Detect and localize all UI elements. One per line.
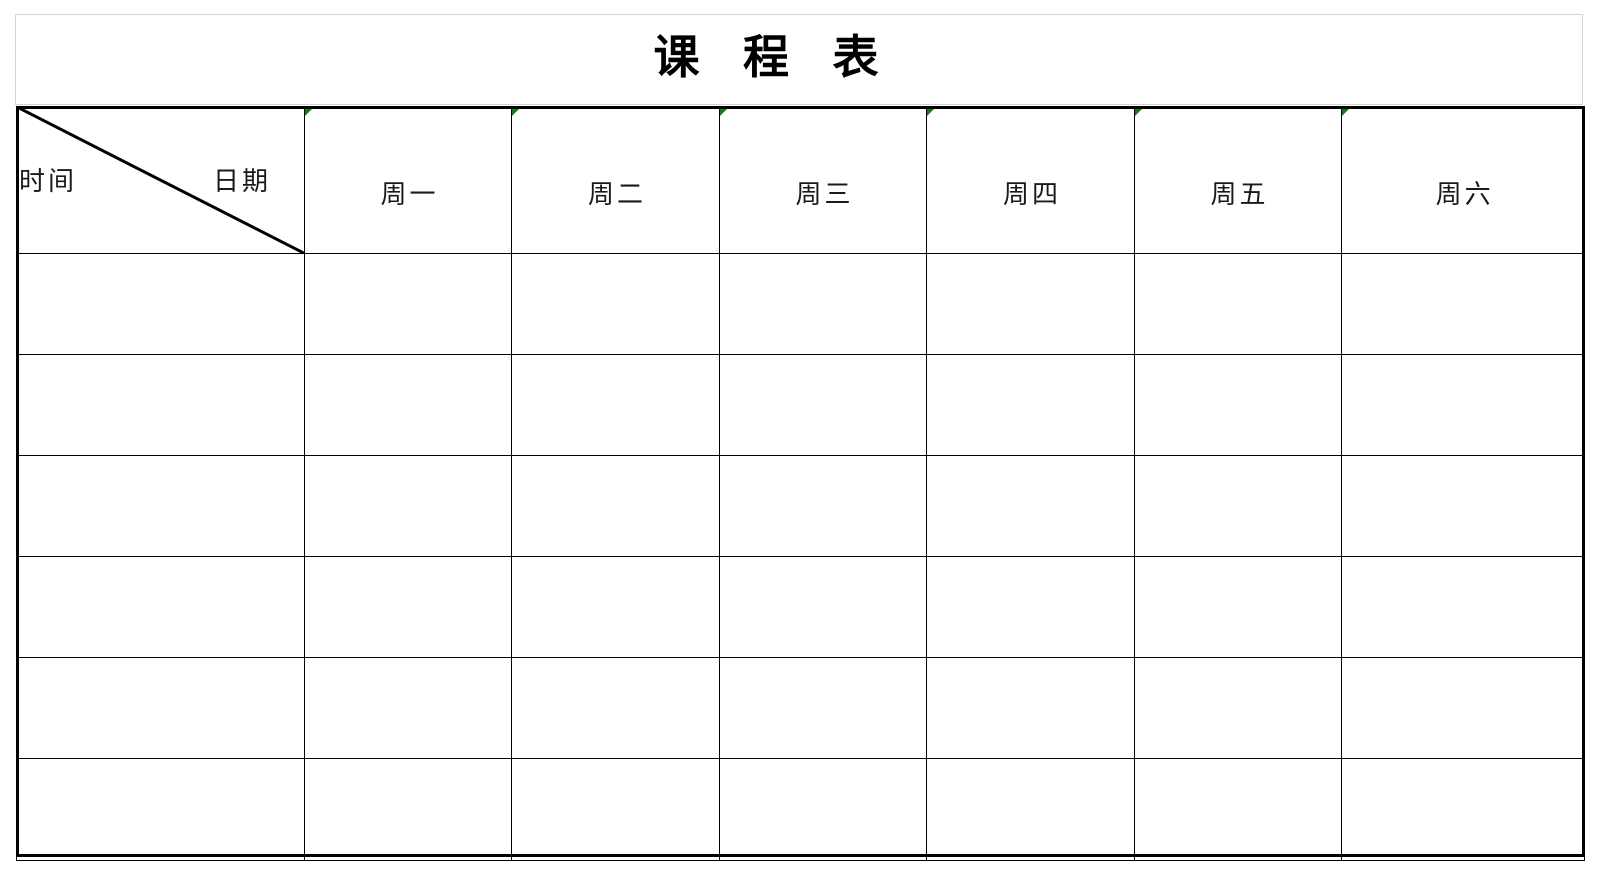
column-header-wednesday[interactable]: 周三 — [718, 106, 928, 254]
schedule-cell[interactable] — [718, 354, 928, 456]
time-cell[interactable] — [16, 354, 305, 456]
schedule-cell[interactable] — [303, 758, 513, 861]
column-header-friday[interactable]: 周五 — [1133, 106, 1343, 254]
schedule-table: 时间 日期 周一 周二 周三 周四 周五 周六 — [16, 106, 1585, 861]
schedule-cell[interactable] — [1341, 253, 1585, 355]
column-header-label: 周六 — [1435, 179, 1494, 209]
title-box: 课 程 表 — [15, 14, 1583, 105]
schedule-cell[interactable] — [1341, 758, 1585, 861]
schedule-cell[interactable] — [511, 758, 720, 861]
comment-flag-icon — [719, 107, 729, 116]
schedule-cell[interactable] — [303, 556, 513, 658]
schedule-cell[interactable] — [718, 556, 928, 658]
schedule-cell[interactable] — [1133, 354, 1343, 456]
schedule-cell[interactable] — [511, 556, 720, 658]
schedule-cell[interactable] — [303, 455, 513, 557]
corner-label-time: 时间 — [19, 167, 78, 196]
schedule-cell[interactable] — [926, 354, 1135, 456]
table-row — [16, 657, 1585, 759]
title-container: 课 程 表 — [16, 15, 1516, 104]
column-header-tuesday[interactable]: 周二 — [511, 106, 720, 254]
comment-flag-icon — [927, 107, 937, 116]
column-header-saturday[interactable]: 周六 — [1341, 106, 1585, 254]
schedule-cell[interactable] — [718, 657, 928, 759]
time-cell[interactable] — [16, 455, 305, 557]
schedule-cell[interactable] — [926, 556, 1135, 658]
column-header-label: 周四 — [1003, 179, 1062, 209]
schedule-cell[interactable] — [511, 455, 720, 557]
schedule-page: 课 程 表 时间 日期 周一 周二 周三 周四 周五 周六 — [0, 0, 1600, 874]
schedule-cell[interactable] — [718, 455, 928, 557]
table-row — [16, 455, 1585, 557]
schedule-cell[interactable] — [1133, 455, 1343, 557]
table-row — [16, 354, 1585, 456]
schedule-cell[interactable] — [1341, 556, 1585, 658]
corner-header-cell[interactable]: 时间 日期 — [16, 106, 305, 254]
table-header-row: 时间 日期 周一 周二 周三 周四 周五 周六 — [16, 106, 1585, 254]
column-header-label: 周五 — [1210, 179, 1269, 209]
schedule-cell[interactable] — [1341, 354, 1585, 456]
table-row — [16, 253, 1585, 355]
schedule-cell[interactable] — [511, 354, 720, 456]
comment-flag-icon — [512, 107, 522, 116]
schedule-cell[interactable] — [1133, 758, 1343, 861]
schedule-cell[interactable] — [926, 455, 1135, 557]
schedule-table-wrapper: 时间 日期 周一 周二 周三 周四 周五 周六 — [16, 106, 1585, 861]
schedule-cell[interactable] — [1133, 253, 1343, 355]
comment-flag-icon — [1342, 107, 1352, 116]
schedule-cell[interactable] — [303, 354, 513, 456]
table-row — [16, 556, 1585, 658]
schedule-cell[interactable] — [718, 758, 928, 861]
schedule-cell[interactable] — [303, 657, 513, 759]
schedule-cell[interactable] — [511, 253, 720, 355]
column-header-label: 周二 — [587, 179, 646, 209]
schedule-cell[interactable] — [926, 758, 1135, 861]
time-cell[interactable] — [16, 657, 305, 759]
schedule-cell[interactable] — [1341, 657, 1585, 759]
comment-flag-icon — [1134, 107, 1144, 116]
schedule-cell[interactable] — [303, 253, 513, 355]
schedule-cell[interactable] — [926, 253, 1135, 355]
column-header-monday[interactable]: 周一 — [303, 106, 513, 254]
corner-label-date: 日期 — [213, 167, 272, 196]
comment-flag-icon — [304, 107, 314, 116]
column-header-label: 周三 — [795, 179, 854, 209]
schedule-cell[interactable] — [926, 657, 1135, 759]
column-header-label: 周一 — [380, 179, 439, 209]
schedule-cell[interactable] — [1133, 657, 1343, 759]
time-cell[interactable] — [16, 556, 305, 658]
page-title: 课 程 表 — [653, 31, 895, 83]
table-row — [16, 758, 1585, 861]
schedule-cell[interactable] — [718, 253, 928, 355]
schedule-cell[interactable] — [1133, 556, 1343, 658]
column-header-thursday[interactable]: 周四 — [926, 106, 1135, 254]
schedule-cell[interactable] — [511, 657, 720, 759]
schedule-cell[interactable] — [1341, 455, 1585, 557]
time-cell[interactable] — [16, 253, 305, 355]
time-cell[interactable] — [16, 758, 305, 861]
